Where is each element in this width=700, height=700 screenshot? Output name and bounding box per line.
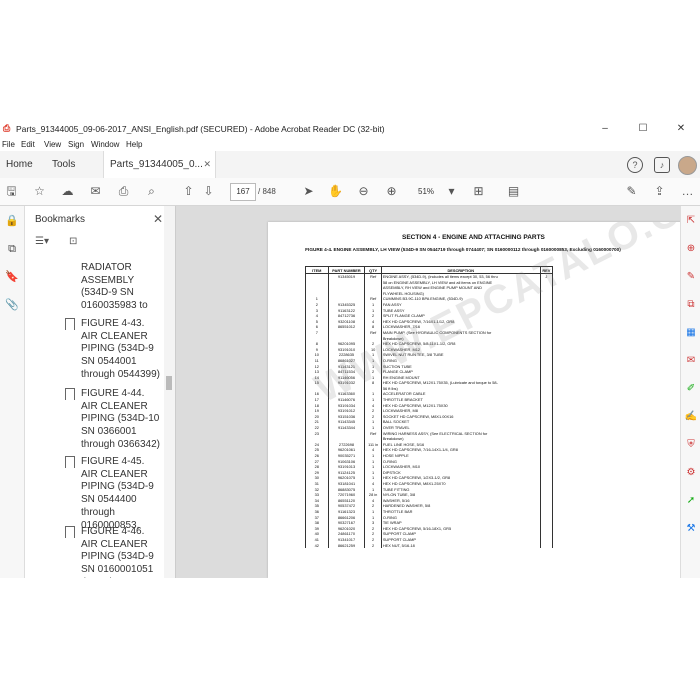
bookmarks-panel-icon[interactable]: 🔖 [5, 270, 19, 284]
optimize-icon[interactable]: ⚙ [684, 466, 698, 480]
attachments-icon[interactable]: 📎 [5, 298, 19, 312]
print-icon[interactable]: ⎙ [115, 183, 132, 200]
zoom-level-select[interactable]: 51% [418, 187, 434, 196]
table-header: QTY [364, 266, 382, 274]
bookmark-options-icon[interactable]: ☰▾ [35, 236, 49, 247]
bookmarks-panel: Bookmarks ✕ ☰▾ ⊡ RADIATOR ASSEMBLY (534D… [25, 206, 176, 578]
pdf-app-icon: ⎙ [3, 123, 11, 133]
sign-icon[interactable]: ✎ [623, 183, 640, 200]
menu-file[interactable]: File [2, 140, 15, 149]
previous-page-icon[interactable]: ⇧ [180, 183, 197, 200]
title-bar: ⎙ Parts_91344005_09-06-2017_ANSI_English… [0, 120, 700, 138]
menu-edit[interactable]: Edit [21, 140, 35, 149]
table-header: PART NUMBER [327, 266, 366, 274]
menu-view[interactable]: View [44, 140, 61, 149]
tools-pane: ⇱ ⊕ ✎ ⧉ ▦ ✉ ✐ ✍ ⛨ ⚙ ➚ ⚒ [680, 206, 700, 578]
chevron-down-icon[interactable]: ▾ [443, 183, 460, 200]
hand-tool-icon[interactable]: ✋ [327, 183, 344, 200]
table-cell: 2 [364, 542, 382, 549]
window-title: Parts_91344005_09-06-2017_ANSI_English.p… [16, 124, 385, 134]
bookmarks-scrollbar[interactable] [164, 206, 175, 578]
menu-sign[interactable]: Sign [68, 140, 84, 149]
bookmark-flag-icon [65, 318, 75, 330]
next-page-icon[interactable]: ⇩ [200, 183, 217, 200]
scroll-thumb[interactable] [166, 376, 172, 390]
table-row: 42 86621259 2 HEX NUT, 5/16-18 [305, 542, 554, 549]
protect-icon[interactable]: ⛨ [684, 438, 698, 452]
bookmarks-title: Bookmarks [35, 214, 86, 225]
bookmark-flag-icon [65, 388, 75, 400]
bookmark-item[interactable]: FIGURE 4-44. AIR CLEANER PIPING (534D-10… [81, 388, 161, 452]
zoom-out-icon[interactable]: ⊖ [355, 183, 372, 200]
edit-pdf-icon[interactable]: ✎ [684, 270, 698, 284]
tab-document-label: Parts_91344005_0... [110, 159, 203, 170]
find-icon[interactable]: ⌕ [143, 183, 160, 200]
bookmark-item[interactable]: FIGURE 4-43. AIR CLEANER PIPING (534D-9 … [81, 318, 161, 382]
pdf-page: SECTION 4 - ENGINE AND ATTACHING PARTS F… [268, 222, 700, 578]
navigation-rail: 🔒 ⧉ 🔖 📎 [0, 206, 25, 578]
more-icon[interactable]: … [679, 183, 696, 200]
comment-icon[interactable]: ✉ [684, 354, 698, 368]
menu-help[interactable]: Help [126, 140, 142, 149]
maximize-button[interactable]: ☐ [630, 121, 656, 137]
menu-window[interactable]: Window [91, 140, 119, 149]
share-icon[interactable]: ⇪ [651, 183, 668, 200]
minimize-button[interactable]: – [592, 121, 618, 137]
close-icon[interactable]: ✕ [153, 212, 163, 226]
table-cell: HEX NUT, 5/16-18 [380, 542, 541, 549]
select-cursor-icon[interactable]: ➤ [300, 183, 317, 200]
table-cell: 42 [305, 542, 329, 549]
table-cell [539, 542, 554, 549]
email-icon[interactable]: ✉ [87, 183, 104, 200]
more-tools-icon[interactable]: ⚒ [684, 522, 698, 536]
tab-close-icon[interactable]: ✕ [203, 151, 211, 178]
fill-sign-icon[interactable]: ✍ [684, 410, 698, 424]
blank-area [0, 578, 700, 700]
close-window-button[interactable]: ✕ [668, 121, 694, 137]
fit-page-icon[interactable]: ⊞ [470, 183, 487, 200]
bookmark-flag-icon [65, 456, 75, 468]
find-bookmark-icon[interactable]: ⊡ [69, 236, 77, 247]
bookmark-flag-icon [65, 526, 75, 538]
organize-pages-icon[interactable]: ▦ [684, 326, 698, 340]
save-icon[interactable]: 🖫 [3, 183, 20, 200]
page-total: / 848 [258, 187, 276, 196]
document-viewer: SECTION 4 - ENGINE AND ATTACHING PARTS F… [176, 206, 700, 578]
tab-document[interactable]: Parts_91344005_0... ✕ [103, 151, 216, 178]
tabs-bar: Home Tools Parts_91344005_0... ✕ ? ♪ [0, 151, 700, 179]
acrobat-window: ⎙ Parts_91344005_09-06-2017_ANSI_English… [0, 120, 700, 578]
tab-home[interactable]: Home [6, 151, 33, 178]
page-number-input[interactable]: 167 [230, 183, 256, 201]
bookmark-list: RADIATOR ASSEMBLY (534D-9 SN 0160035983 … [25, 258, 165, 578]
main-toolbar: 🖫 ☆ ☁ ✉ ⎙ ⌕ ⇧ ⇩ 167 / 848 ➤ ✋ ⊖ ⊕ 51% ▾ … [0, 178, 700, 206]
export-pdf-icon[interactable]: ⇱ [684, 214, 698, 228]
tab-tools[interactable]: Tools [52, 151, 75, 178]
bookmark-item[interactable]: RADIATOR ASSEMBLY (534D-9 SN 0160035983 … [81, 262, 161, 313]
avatar[interactable] [678, 156, 697, 175]
combine-icon[interactable]: ⧉ [684, 298, 698, 312]
menu-bar: File Edit View Sign Window Help [0, 138, 700, 151]
help-icon[interactable]: ? [627, 157, 643, 173]
bookmark-star-icon[interactable]: ☆ [31, 183, 48, 200]
table-header: ITEM [305, 266, 329, 274]
lock-icon[interactable]: 🔒 [5, 214, 19, 228]
zoom-in-icon[interactable]: ⊕ [383, 183, 400, 200]
redact-icon[interactable]: ✐ [684, 382, 698, 396]
bookmark-item[interactable]: FIGURE 4-46. AIR CLEANER PIPING (534D-9 … [81, 526, 161, 578]
send-icon[interactable]: ➚ [684, 494, 698, 508]
notifications-icon[interactable]: ♪ [654, 157, 670, 173]
create-pdf-icon[interactable]: ⊕ [684, 242, 698, 256]
scroll-mode-icon[interactable]: ▤ [505, 183, 522, 200]
page-thumbnails-icon[interactable]: ⧉ [5, 242, 19, 256]
section-heading: SECTION 4 - ENGINE AND ATTACHING PARTS [402, 234, 545, 241]
upload-cloud-icon[interactable]: ☁ [59, 183, 76, 200]
table-cell: 86621259 [327, 542, 366, 549]
bookmark-item[interactable]: FIGURE 4-45. AIR CLEANER PIPING (534D-9 … [81, 456, 161, 532]
